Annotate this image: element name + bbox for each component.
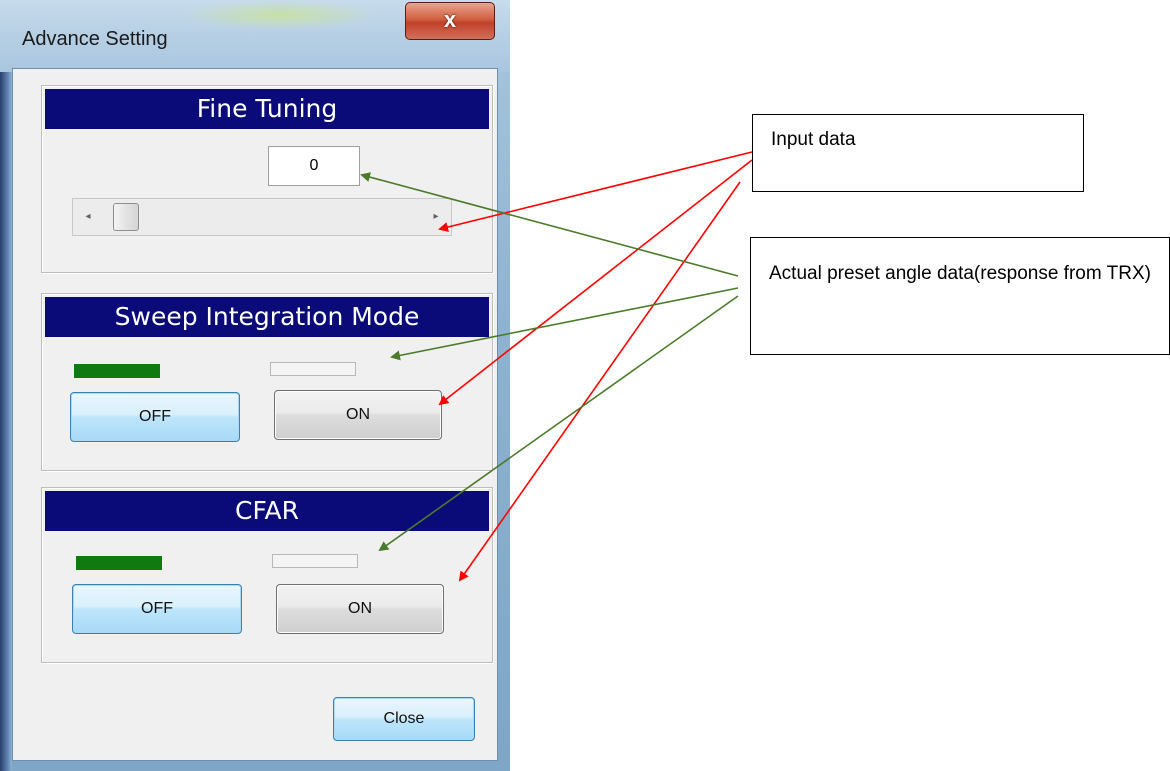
window-border-left bbox=[0, 0, 12, 771]
cfar-off-button[interactable]: OFF bbox=[72, 584, 242, 634]
sweep-off-indicator bbox=[74, 364, 160, 378]
sweep-on-indicator bbox=[270, 362, 356, 376]
cfar-on-button[interactable]: ON bbox=[276, 584, 444, 634]
cfar-on-indicator bbox=[272, 554, 358, 568]
fine-tuning-value-field[interactable]: 0 bbox=[268, 146, 360, 186]
input-data-callout: Input data bbox=[752, 114, 1084, 192]
scroll-thumb[interactable] bbox=[113, 203, 139, 231]
cfar-group: CFAR OFF ON bbox=[41, 487, 493, 663]
sweep-integration-header: Sweep Integration Mode bbox=[45, 297, 489, 337]
close-icon: x bbox=[443, 7, 457, 32]
dialog-client-area: Fine Tuning 0 ◂ ▸ Sweep Integration Mode… bbox=[12, 68, 498, 761]
sweep-off-button[interactable]: OFF bbox=[70, 392, 240, 442]
input-data-label: Input data bbox=[771, 129, 856, 150]
scroll-right-arrow-icon[interactable]: ▸ bbox=[425, 199, 447, 235]
fine-tuning-group: Fine Tuning 0 ◂ ▸ bbox=[41, 85, 493, 273]
window-title: Advance Setting bbox=[22, 28, 168, 50]
sweep-on-button[interactable]: ON bbox=[274, 390, 442, 440]
close-button[interactable]: Close bbox=[333, 697, 475, 741]
scroll-left-arrow-icon[interactable]: ◂ bbox=[77, 199, 99, 235]
actual-data-callout: Actual preset angle data(response from T… bbox=[750, 237, 1170, 355]
actual-data-label: Actual preset angle data(response from T… bbox=[769, 263, 1151, 284]
fine-tuning-scrollbar[interactable]: ◂ ▸ bbox=[72, 198, 452, 236]
sweep-integration-group: Sweep Integration Mode OFF ON bbox=[41, 293, 493, 471]
advance-setting-window: Advance Setting x Fine Tuning 0 ◂ ▸ Swee… bbox=[0, 0, 510, 771]
title-bar-glow bbox=[180, 0, 380, 30]
cfar-header: CFAR bbox=[45, 491, 489, 531]
cfar-off-indicator bbox=[76, 556, 162, 570]
window-close-button[interactable]: x bbox=[405, 2, 495, 40]
fine-tuning-header: Fine Tuning bbox=[45, 89, 489, 129]
